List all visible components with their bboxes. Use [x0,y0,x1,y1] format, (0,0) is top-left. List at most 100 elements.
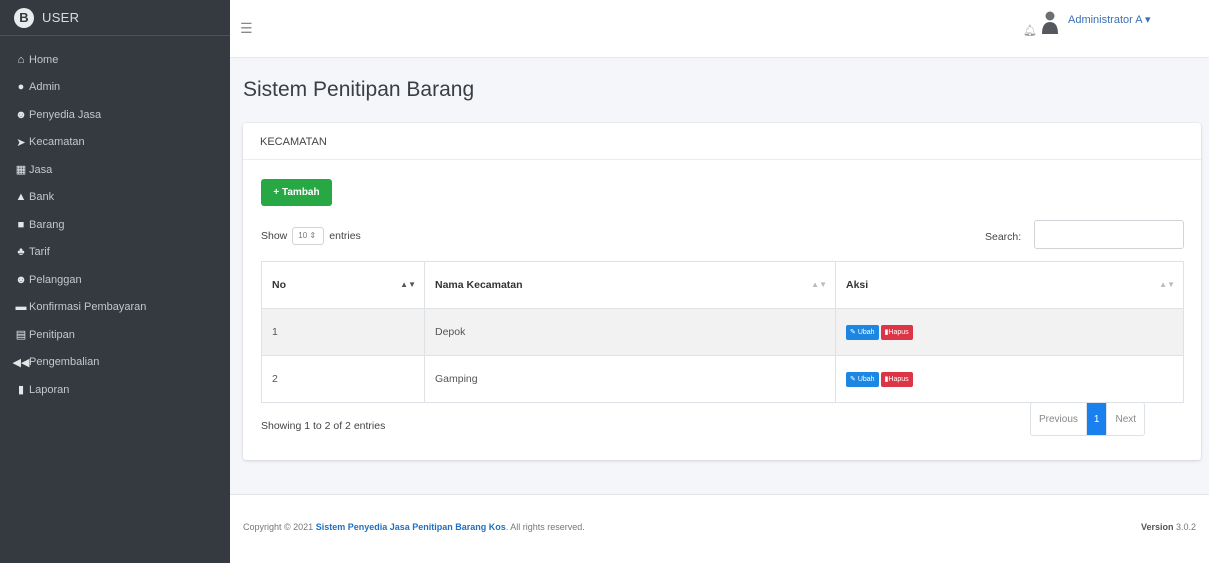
sidebar-item-penyedia-jasa[interactable]: ☻ Penyedia Jasa [0,101,230,129]
sidebar-item-label: Home [29,53,59,66]
site-name-link[interactable]: Sistem Penyedia Jasa Penitipan Barang Ko… [316,522,506,532]
sidebar-item-label: Laporan [29,383,70,396]
sidebar: B USER ⌂ Home ● Admin ☻ Penyedia Jasa ➤ Keca… [0,0,230,563]
kecamatan-table: No ▲▼ Nama Kecamatan ▲▼ Aksi ▲▼ 1 Depok ✎ U… [261,261,1184,403]
top-navbar: ☰ 🔔︎ Administrator A ▾ [230,0,1209,58]
entries-length-control: Show 10 ⇕ entries [261,227,361,245]
delete-label: Hapus [888,375,909,383]
money-icon: ▬ [15,301,27,314]
sidebar-item-kecamatan[interactable]: ➤ Kecamatan [0,129,230,157]
delete-label: Hapus [888,328,909,336]
location-arrow-icon: ➤ [16,136,26,149]
edit-icon: ✎ [850,375,856,383]
home-icon: ⌂ [17,53,25,66]
sidebar-item-label: Konfirmasi Pembayaran [29,301,147,314]
version-label: Version [1140,522,1174,532]
pagination-previous[interactable]: Previous [1031,403,1086,435]
sidebar-item-label: Pelanggan [29,273,82,286]
cell-aksi: ✎ Ubah ▮Hapus [835,308,1184,356]
sidebar-item-bank[interactable]: ▲ Bank [0,184,230,212]
sidebar-item-pelanggan[interactable]: ☻ Pelanggan [0,266,230,294]
cell-no: 2 [261,355,425,403]
column-header-no[interactable]: No ▲▼ [261,261,425,309]
sidebar-item-label: Admin [29,81,61,94]
edit-label: Ubah [857,375,875,383]
sort-asc-icon: ▲▼ [400,280,416,289]
table-row: 2 Gamping ✎ Ubah ▮Hapus [261,355,1184,403]
delete-button[interactable]: ▮Hapus [880,324,913,340]
users-icon: ☻ [15,273,27,286]
pagination-next[interactable]: Next [1106,403,1144,435]
sidebar-item-label: Jasa [29,163,53,176]
file-icon: ▮ [17,384,25,397]
cell-aksi: ✎ Ubah ▮Hapus [835,355,1184,403]
pagination-page-1[interactable]: 1 [1085,403,1107,435]
search-input[interactable] [1034,220,1184,249]
user-name: Administrator A [1068,14,1142,26]
version-info: Version 3.0.2 [1141,522,1196,532]
sidebar-item-label: Bank [29,191,55,204]
table-row: 1 Depok ✎ Ubah ▮Hapus [261,308,1184,356]
sidebar-item-label: Pengembalian [29,356,100,369]
version-number: 3.0.2 [1175,522,1196,532]
sidebar-item-barang[interactable]: ■ Barang [0,211,230,239]
tree-icon: ♣ [17,246,25,259]
entries-label: entries [329,230,361,242]
sidebar-item-label: Kecamatan [29,136,85,149]
card-title: KECAMATAN [243,123,1201,160]
box-icon: ■ [17,218,25,231]
brand-link[interactable]: B USER [0,0,230,36]
page-title: Sistem Penitipan Barang [243,78,475,101]
users-icon: ☻ [15,108,27,121]
entries-select-value: 10 [298,231,308,240]
table-info: Showing 1 to 2 of 2 entries [261,420,386,432]
edit-icon: ✎ [850,328,856,336]
copyright: Copyright © 2021 Sistem Penyedia Jasa Pe… [243,522,585,532]
kecamatan-card: KECAMATAN + Tambah Show 10 ⇕ entries Sea… [243,123,1201,460]
cell-no: 1 [261,308,425,356]
sidebar-item-label: Penyedia Jasa [29,108,102,121]
column-header-aksi[interactable]: Aksi ▲▼ [835,261,1184,309]
search-label: Search: [985,231,1022,243]
sidebar-item-penitipan[interactable]: ▤ Penitipan [0,321,230,349]
footer: Copyright © 2021 Sistem Penyedia Jasa Pe… [230,494,1209,563]
sidebar-item-label: Tarif [29,246,50,259]
sidebar-menu: ⌂ Home ● Admin ☻ Penyedia Jasa ➤ Kecamatan ▦… [0,36,230,404]
user-menu-dropdown[interactable]: Administrator A ▾ [1068,13,1151,26]
add-button[interactable]: + Tambah [261,179,332,206]
sidebar-item-label: Penitipan [29,328,75,341]
brand-name: USER [42,10,80,25]
cell-nama-kecamatan: Gamping [424,355,836,403]
copyright-prefix: Copyright © 2021 [243,522,314,532]
sidebar-item-konfirmasi-pembayaran[interactable]: ▬ Konfirmasi Pembayaran [0,294,230,322]
column-header-label: Nama Kecamatan [435,279,523,291]
pagination: Previous 1 Next [1030,402,1146,436]
hamburger-menu-icon[interactable]: ☰ [240,20,253,37]
sidebar-item-jasa[interactable]: ▦ Jasa [0,156,230,184]
user-icon: ● [17,81,25,94]
edit-button[interactable]: ✎ Ubah [846,371,879,387]
sidebar-item-tarif[interactable]: ♣ Tarif [0,239,230,267]
avatar[interactable] [1041,10,1059,34]
sidebar-item-label: Barang [29,218,65,231]
cell-nama-kecamatan: Depok [424,308,836,356]
bell-icon[interactable]: 🔔︎ [1023,24,1037,37]
column-header-nama-kecamatan[interactable]: Nama Kecamatan ▲▼ [424,261,836,309]
bank-icon: ▲ [15,191,27,204]
sidebar-item-pengembalian[interactable]: ◀◀ Pengembalian [0,349,230,377]
entries-select[interactable]: 10 ⇕ [292,227,325,245]
sidebar-item-home[interactable]: ⌂ Home [0,46,230,74]
sidebar-item-laporan[interactable]: ▮ Laporan [0,376,230,404]
sidebar-item-admin[interactable]: ● Admin [0,74,230,102]
rights-text: . All rights reserved. [505,522,585,532]
column-header-label: No [272,279,286,291]
delete-button[interactable]: ▮Hapus [880,371,913,387]
table-icon: ▦ [15,164,27,177]
edit-button[interactable]: ✎ Ubah [846,324,879,340]
backward-icon: ◀◀ [12,356,30,369]
list-icon: ▤ [15,329,27,342]
sort-icon: ▲▼ [1159,280,1175,289]
brand-logo-icon: B [14,7,34,28]
sort-icon: ▲▼ [811,280,827,289]
column-header-label: Aksi [846,279,869,291]
